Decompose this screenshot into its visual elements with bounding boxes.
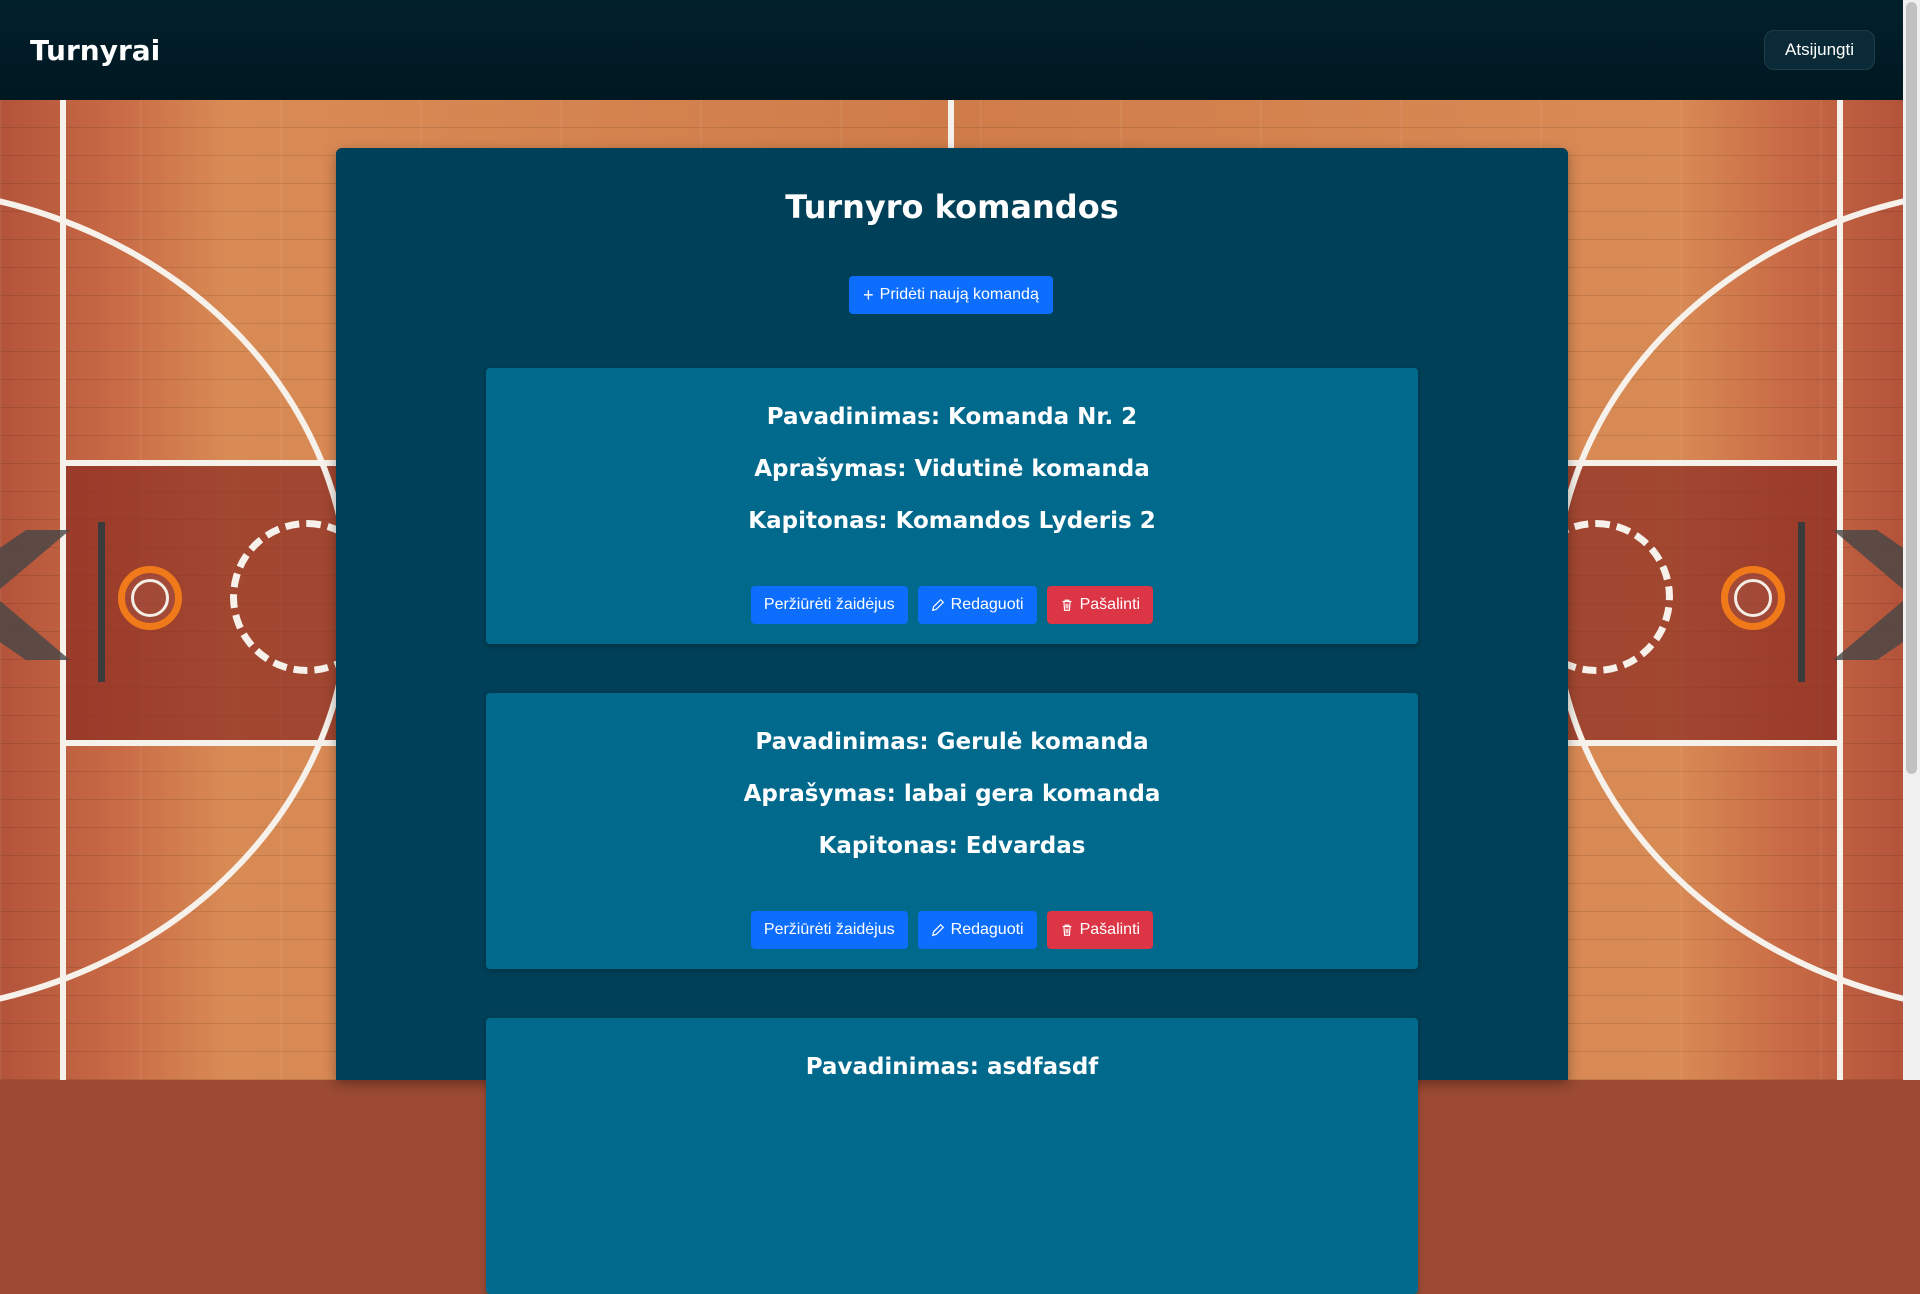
logout-button[interactable]: Atsijungti bbox=[1764, 30, 1875, 70]
right-backboard bbox=[1798, 522, 1805, 682]
add-team-label: Pridėti naują komandą bbox=[879, 286, 1039, 303]
left-hoop-icon bbox=[118, 566, 182, 630]
add-team-button[interactable]: + Pridėti naują komandą bbox=[849, 276, 1053, 314]
plus-icon: + bbox=[863, 285, 874, 305]
pencil-icon bbox=[931, 923, 944, 937]
delete-team-button[interactable]: Pašalinti bbox=[1046, 586, 1154, 624]
page-scrollbar[interactable] bbox=[1903, 0, 1920, 1080]
edit-label: Redaguoti bbox=[950, 596, 1024, 613]
edit-team-button[interactable]: Redaguoti bbox=[917, 911, 1037, 949]
delete-label: Pašalinti bbox=[1079, 596, 1141, 613]
team-name: Pavadinimas: asdfasdf bbox=[805, 1054, 1099, 1080]
left-backboard bbox=[98, 522, 105, 682]
team-actions: Peržiūrėti žaidėjus Redaguoti Pašalinti bbox=[486, 911, 1418, 949]
team-card: Pavadinimas: Gerulė komanda Aprašymas: l… bbox=[486, 693, 1418, 969]
edit-label: Redaguoti bbox=[950, 921, 1024, 938]
team-captain: Kapitonas: Komandos Lyderis 2 bbox=[748, 508, 1156, 534]
team-card: Pavadinimas: asdfasdf bbox=[486, 1018, 1418, 1294]
delete-team-button[interactable]: Pašalinti bbox=[1046, 911, 1154, 949]
team-description: Aprašymas: labai gera komanda bbox=[743, 781, 1161, 807]
team-description: Aprašymas: Vidutinė komanda bbox=[754, 456, 1150, 482]
view-players-button[interactable]: Peržiūrėti žaidėjus bbox=[750, 586, 908, 624]
page-title: Turnyro komandos bbox=[785, 188, 1119, 226]
top-navbar: Turnyrai Atsijungti bbox=[0, 0, 1903, 100]
team-name: Pavadinimas: Gerulė komanda bbox=[755, 729, 1149, 755]
right-hoop-icon bbox=[1721, 566, 1785, 630]
team-captain: Kapitonas: Edvardas bbox=[818, 833, 1086, 859]
center-line bbox=[948, 100, 954, 150]
team-card: Pavadinimas: Komanda Nr. 2 Aprašymas: Vi… bbox=[486, 368, 1418, 644]
teams-panel: Turnyro komandos + Pridėti naują komandą… bbox=[336, 148, 1568, 1294]
team-name: Pavadinimas: Komanda Nr. 2 bbox=[766, 404, 1138, 430]
trash-icon bbox=[1062, 599, 1071, 611]
delete-label: Pašalinti bbox=[1079, 921, 1141, 938]
view-players-button[interactable]: Peržiūrėti žaidėjus bbox=[750, 911, 908, 949]
scrollbar-thumb[interactable] bbox=[1906, 2, 1917, 774]
pencil-icon bbox=[931, 598, 944, 612]
edit-team-button[interactable]: Redaguoti bbox=[917, 586, 1037, 624]
team-actions: Peržiūrėti žaidėjus Redaguoti Pašalinti bbox=[486, 586, 1418, 624]
trash-icon bbox=[1062, 924, 1071, 936]
brand-title[interactable]: Turnyrai bbox=[30, 34, 160, 67]
